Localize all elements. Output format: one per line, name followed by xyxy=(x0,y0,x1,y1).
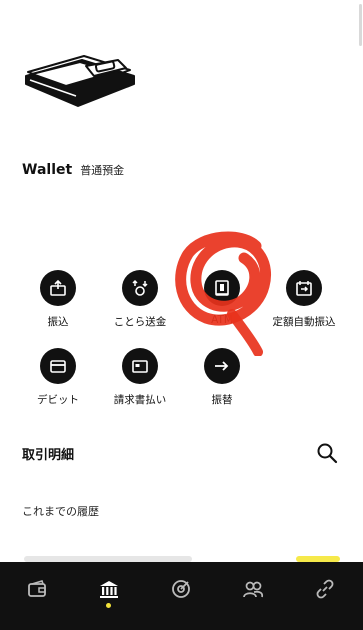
account-type: 普通預金 xyxy=(80,164,125,177)
atm-icon xyxy=(204,270,240,306)
tab-link[interactable] xyxy=(310,574,340,604)
bill-pay-button[interactable]: 請求書払い xyxy=(98,348,182,407)
cotra-send-icon xyxy=(122,270,158,306)
cotra-send-label: ことら送金 xyxy=(113,316,167,328)
account-title: Wallet xyxy=(22,162,73,178)
tab-bank[interactable] xyxy=(94,574,124,604)
tab-people[interactable] xyxy=(238,574,268,604)
scheduled-transfer-button[interactable]: 定額自動振込 xyxy=(262,270,346,329)
arrow-right-icon xyxy=(204,348,240,384)
link-icon xyxy=(316,579,334,599)
transfer-label: 振込 xyxy=(47,316,69,328)
active-tab-indicator xyxy=(106,603,111,608)
scheduled-transfer-icon xyxy=(286,270,322,306)
transfer-button[interactable]: 振込 xyxy=(16,270,100,329)
atm-label: ATM xyxy=(211,314,233,326)
atm-button[interactable]: ATM xyxy=(180,270,264,326)
bill-pay-icon xyxy=(122,348,158,384)
bill-pay-label: 請求書払い xyxy=(113,394,167,406)
scheduled-transfer-label: 定額自動振込 xyxy=(272,316,336,328)
tab-target[interactable] xyxy=(166,574,196,604)
account-header: Wallet 普通預金 xyxy=(22,162,124,178)
tab-wallet[interactable] xyxy=(22,574,52,604)
history-label: これまでの履歴 xyxy=(22,505,99,518)
debit-card-icon xyxy=(40,348,76,384)
bank-icon xyxy=(100,581,118,598)
cotra-send-button[interactable]: ことら送金 xyxy=(98,270,182,329)
transfer-in-icon xyxy=(40,270,76,306)
account-transfer-button[interactable]: 振替 xyxy=(180,348,264,407)
people-icon xyxy=(243,581,264,598)
transactions-title: 取引明細 xyxy=(22,448,75,463)
debit-button[interactable]: デビット xyxy=(16,348,100,407)
bottom-tab-bar xyxy=(0,562,363,630)
debit-label: デビット xyxy=(37,394,79,406)
search-icon[interactable] xyxy=(316,442,338,464)
account-transfer-label: 振替 xyxy=(211,394,233,406)
wallet-icon xyxy=(28,580,46,597)
wallet-illustration xyxy=(25,55,135,107)
scrollbar[interactable] xyxy=(359,4,362,46)
target-icon xyxy=(172,580,190,598)
